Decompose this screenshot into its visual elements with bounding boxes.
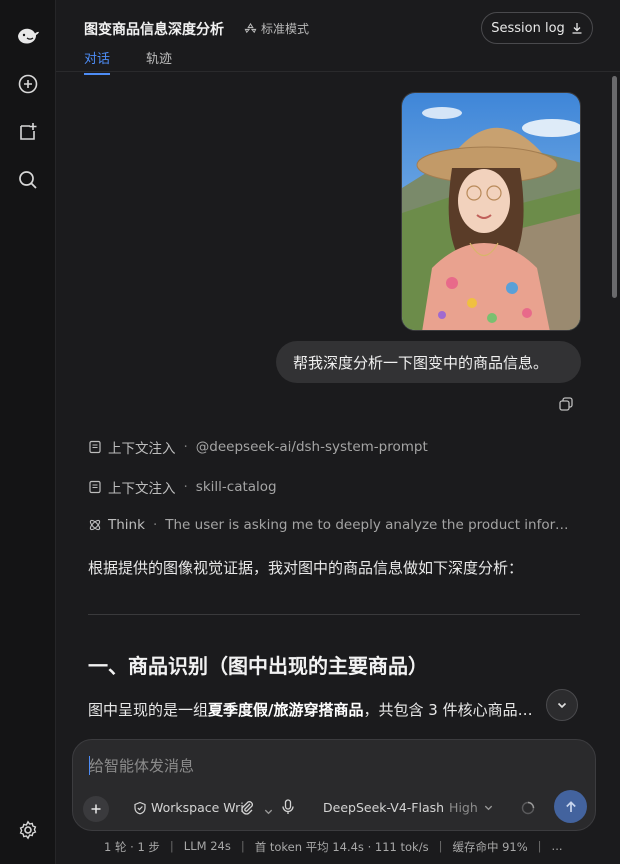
uploaded-product-image[interactable] — [401, 92, 581, 331]
divider — [88, 614, 580, 615]
copy-icon[interactable] — [558, 396, 574, 412]
message-composer: Workspace Wri DeepSeek-V4-Flash High — [72, 739, 596, 831]
arrow-up-icon — [565, 800, 576, 812]
mode-label: 标准模式 — [261, 22, 310, 36]
context-detail: skill-catalog — [195, 479, 277, 495]
para-prefix: 图中呈现的是一组 — [88, 701, 209, 719]
separator-dot: · — [183, 479, 188, 495]
think-detail: The user is asking me to deeply analyze … — [165, 517, 576, 533]
context-injection-row[interactable]: 上下文注入 · skill-catalog — [88, 477, 277, 497]
document-icon — [89, 440, 101, 454]
session-log-button[interactable]: Session log — [481, 12, 593, 44]
session-log-label: Session log — [491, 20, 565, 36]
llm-time-stat: LLM 24s — [183, 839, 231, 853]
user-message-bubble: 帮我深度分析一下图变中的商品信息。 — [276, 341, 581, 383]
context-label: 上下文注入 — [108, 481, 176, 497]
separator: | — [438, 839, 443, 853]
section-heading: 一、商品识别（图中出现的主要商品） — [88, 654, 428, 678]
token-stat: 首 token 平均 14.4s · 111 tok/s — [254, 840, 429, 854]
separator-dot: · — [183, 439, 188, 455]
workspace-label: Workspace Wri — [151, 800, 244, 815]
chevron-down-icon — [557, 702, 567, 709]
paperclip-icon[interactable] — [239, 799, 255, 819]
recycle-icon — [244, 22, 257, 34]
search-icon[interactable] — [14, 166, 42, 194]
model-name: DeepSeek-V4-Flash — [323, 800, 445, 815]
model-level: High — [449, 800, 478, 815]
new-chat-icon[interactable] — [14, 70, 42, 98]
atom-icon — [89, 519, 101, 531]
context-label: 上下文注入 — [108, 441, 176, 457]
send-button[interactable] — [554, 790, 587, 823]
tab-trajectory[interactable]: 轨迹 — [146, 48, 172, 73]
cache-stat: 缓存命中 91% — [452, 840, 528, 854]
context-injection-row[interactable]: 上下文注入 · @deepseek-ai/dsh-system-prompt — [88, 437, 428, 457]
microphone-icon[interactable] — [281, 799, 295, 819]
answer-paragraph: 图中呈现的是一组夏季度假/旅游穿搭商品，共包含 3 件核心商品… — [88, 699, 548, 720]
separator: | — [169, 839, 174, 853]
text-caret — [89, 756, 90, 775]
page-title: 图变商品信息深度分析 — [84, 22, 224, 38]
model-selector[interactable]: DeepSeek-V4-Flash High — [323, 800, 494, 815]
workspace-selector[interactable]: Workspace Wri — [133, 800, 244, 815]
separator: | — [537, 839, 542, 853]
header: 图变商品信息深度分析 标准模式 Session log 对话 轨迹 — [56, 0, 620, 75]
rounds-stat: 1 轮 · 1 步 — [104, 840, 160, 854]
message-input[interactable] — [89, 755, 569, 777]
shield-icon — [134, 801, 146, 814]
sidebar — [0, 0, 56, 864]
whale-logo-icon[interactable] — [14, 22, 42, 50]
new-task-icon[interactable] — [14, 118, 42, 146]
plus-icon — [91, 804, 101, 814]
context-detail: @deepseek-ai/dsh-system-prompt — [195, 439, 428, 455]
separator-dot: · — [152, 517, 158, 533]
document-icon — [89, 480, 101, 494]
settings-icon[interactable] — [14, 816, 42, 844]
status-footer: 1 轮 · 1 步 | LLM 24s | 首 token 平均 14.4s ·… — [104, 839, 563, 855]
loading-spinner-icon — [521, 800, 535, 819]
answer-intro: 根据提供的图像视觉证据，我对图中的商品信息做如下深度分析： — [88, 559, 524, 577]
chevron-down-icon — [484, 805, 492, 811]
main-panel: 图变商品信息深度分析 标准模式 Session log 对话 轨迹 帮我深度分析… — [56, 0, 620, 864]
tab-conversation[interactable]: 对话 — [84, 48, 111, 75]
more-stat: ... — [551, 839, 563, 853]
think-row[interactable]: Think · The user is asking me to deeply … — [88, 517, 575, 533]
separator: | — [240, 839, 245, 853]
para-bold: 夏季度假/旅游穿搭商品 — [208, 701, 364, 719]
mode-indicator[interactable]: 标准模式 — [244, 20, 309, 37]
add-attachment-button[interactable] — [83, 796, 109, 822]
chevron-down-icon[interactable] — [263, 802, 274, 821]
scrollbar[interactable] — [612, 76, 617, 298]
scroll-to-bottom-button[interactable] — [546, 689, 578, 721]
think-label: Think — [108, 517, 145, 533]
para-suffix: ，共包含 3 件核心商品… — [363, 701, 533, 719]
download-icon — [572, 23, 582, 34]
